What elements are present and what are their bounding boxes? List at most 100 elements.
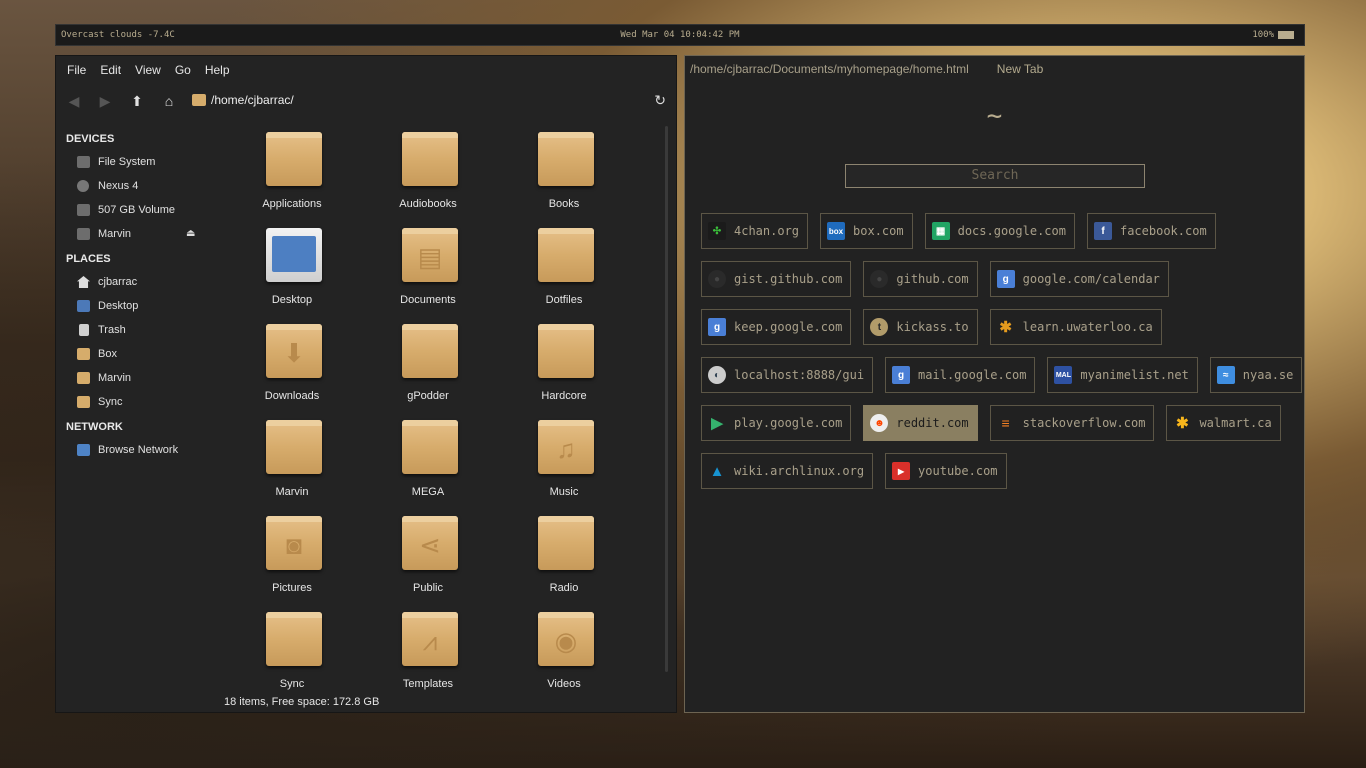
network-icon: [77, 444, 90, 456]
sidebar-item-nexus-4[interactable]: Nexus 4: [56, 174, 221, 198]
folder-item[interactable]: gPodder: [360, 322, 496, 418]
sidebar-item-volume[interactable]: 507 GB Volume: [56, 198, 221, 222]
drive-icon: [77, 156, 90, 168]
stackoverflow-icon: ≡: [1001, 415, 1010, 431]
toolbar: ◀ ▶ ⬆ ⌂ /home/cjbarrac/ ↻: [56, 86, 676, 116]
link-box[interactable]: box box.com: [820, 213, 913, 249]
folder-item[interactable]: MEGA: [360, 418, 496, 514]
folder-name: Documents: [400, 294, 456, 306]
folder-name: Books: [548, 198, 580, 210]
menu-edit[interactable]: Edit: [100, 63, 121, 77]
tab-new-tab[interactable]: New Tab: [997, 62, 1043, 76]
folder-item[interactable]: ⬇ Downloads: [224, 322, 360, 418]
scrollbar[interactable]: [665, 126, 668, 672]
folder-name: Audiobooks: [399, 198, 457, 210]
sidebar-item-browse-network[interactable]: Browse Network: [56, 438, 221, 462]
folder-item[interactable]: Books: [496, 130, 632, 226]
link-play-google[interactable]: ▶ play.google.com: [701, 405, 852, 441]
music-folder-icon: ♫: [538, 420, 594, 474]
sidebar-item-file-system[interactable]: File System: [56, 150, 221, 174]
folder-item[interactable]: ⋖ Public: [360, 514, 496, 610]
folder-item[interactable]: Sync: [224, 610, 360, 706]
folder-icon: [538, 324, 594, 378]
link-learn-uwaterloo[interactable]: ✱ learn.uwaterloo.ca: [989, 309, 1162, 345]
documents-folder-icon: ▤: [402, 228, 458, 282]
folder-item[interactable]: Radio: [496, 514, 632, 610]
search-input[interactable]: Search: [845, 164, 1145, 188]
link-nyaa[interactable]: ≈ nyaa.se: [1209, 357, 1303, 393]
folder-item[interactable]: Applications: [224, 130, 360, 226]
folder-item[interactable]: ▤ Documents: [360, 226, 496, 322]
sidebar-item-marvin-device[interactable]: Marvin ⏏: [56, 222, 221, 246]
back-arrow-icon[interactable]: ◀: [65, 92, 83, 110]
reload-icon[interactable]: ↻: [654, 92, 666, 109]
sheets-icon: ▦: [931, 222, 950, 240]
menu-help[interactable]: Help: [205, 63, 230, 77]
folder-item[interactable]: Marvin: [224, 418, 360, 514]
link-label: mail.google.com: [918, 368, 1027, 382]
link-label: nyaa.se: [1242, 368, 1294, 382]
folder-name: Hardcore: [541, 390, 587, 402]
sidebar-item-sync[interactable]: Sync: [56, 390, 221, 414]
tab-bar: /home/cjbarrac/Documents/myhomepage/home…: [690, 62, 1043, 76]
box-icon: box: [827, 222, 846, 240]
folder-item[interactable]: Dotfiles: [496, 226, 632, 322]
folder-icon: [402, 132, 458, 186]
folder-item[interactable]: Desktop: [224, 226, 360, 322]
sidebar-item-desktop[interactable]: Desktop: [56, 294, 221, 318]
link-youtube[interactable]: ▶ youtube.com: [885, 453, 1007, 489]
up-arrow-icon[interactable]: ⬆: [128, 92, 146, 110]
templates-folder-icon: ⩘: [402, 612, 458, 666]
google-icon: g: [996, 270, 1015, 288]
link-google-calendar[interactable]: g google.com/calendar: [989, 261, 1169, 297]
sidebar-item-marvin[interactable]: Marvin: [56, 366, 221, 390]
link-facebook[interactable]: f facebook.com: [1086, 213, 1216, 249]
folder-name: Videos: [547, 678, 581, 690]
folder-item[interactable]: Hardcore: [496, 322, 632, 418]
phone-icon: [77, 180, 89, 192]
link-label: github.com: [896, 272, 969, 286]
folder-item[interactable]: ◙ Pictures: [224, 514, 360, 610]
nyaa-icon: ≈: [1216, 366, 1235, 384]
link-myanimelist[interactable]: MAL myanimelist.net: [1047, 357, 1198, 393]
sidebar-item-box[interactable]: Box: [56, 342, 221, 366]
folder-item[interactable]: Audiobooks: [360, 130, 496, 226]
link-github[interactable]: ● github.com: [863, 261, 978, 297]
link-keep-google[interactable]: g keep.google.com: [701, 309, 852, 345]
folder-name: Pictures: [272, 582, 312, 594]
github-icon: ●: [708, 270, 726, 288]
link-gist-github[interactable]: ● gist.github.com: [701, 261, 852, 297]
arch-linux-icon: ▲: [709, 462, 725, 480]
reddit-icon: ☻: [870, 414, 889, 432]
link-4chan[interactable]: ✣ 4chan.org: [701, 213, 809, 249]
folder-item[interactable]: ◉ Videos: [496, 610, 632, 706]
link-kickass[interactable]: t kickass.to: [863, 309, 978, 345]
forward-arrow-icon[interactable]: ▶: [96, 92, 114, 110]
network-heading: NETWORK: [66, 421, 123, 433]
sidebar-item-label: 507 GB Volume: [98, 204, 176, 216]
folder-icon: [538, 516, 594, 570]
folder-item[interactable]: ⩘ Templates: [360, 610, 496, 706]
learn-icon: ✱: [999, 319, 1012, 336]
folder-name: gPodder: [407, 390, 449, 402]
link-label: kickass.to: [896, 320, 969, 334]
link-walmart[interactable]: ✱ walmart.ca: [1166, 405, 1281, 441]
folder-icon: [538, 132, 594, 186]
myanimelist-icon: MAL: [1054, 366, 1073, 384]
link-archwiki[interactable]: ▲ wiki.archlinux.org: [701, 453, 874, 489]
sidebar-item-home[interactable]: cjbarrac: [56, 270, 221, 294]
menu-file[interactable]: File: [67, 63, 86, 77]
sidebar-item-trash[interactable]: Trash: [56, 318, 221, 342]
folder-item[interactable]: ♫ Music: [496, 418, 632, 514]
link-reddit[interactable]: ☻ reddit.com: [863, 405, 978, 441]
link-stackoverflow[interactable]: ≡ stackoverflow.com: [989, 405, 1155, 441]
link-docs-google[interactable]: ▦ docs.google.com: [924, 213, 1075, 249]
link-mail-google[interactable]: g mail.google.com: [885, 357, 1036, 393]
4chan-icon: ✣: [708, 222, 726, 240]
location-bar[interactable]: /home/cjbarrac/: [192, 93, 294, 107]
menu-go[interactable]: Go: [175, 63, 191, 77]
home-icon[interactable]: ⌂: [160, 92, 178, 110]
link-localhost[interactable]: ◐ localhost:8888/gui: [701, 357, 874, 393]
menu-view[interactable]: View: [135, 63, 161, 77]
url-text[interactable]: /home/cjbarrac/Documents/myhomepage/home…: [690, 62, 969, 76]
